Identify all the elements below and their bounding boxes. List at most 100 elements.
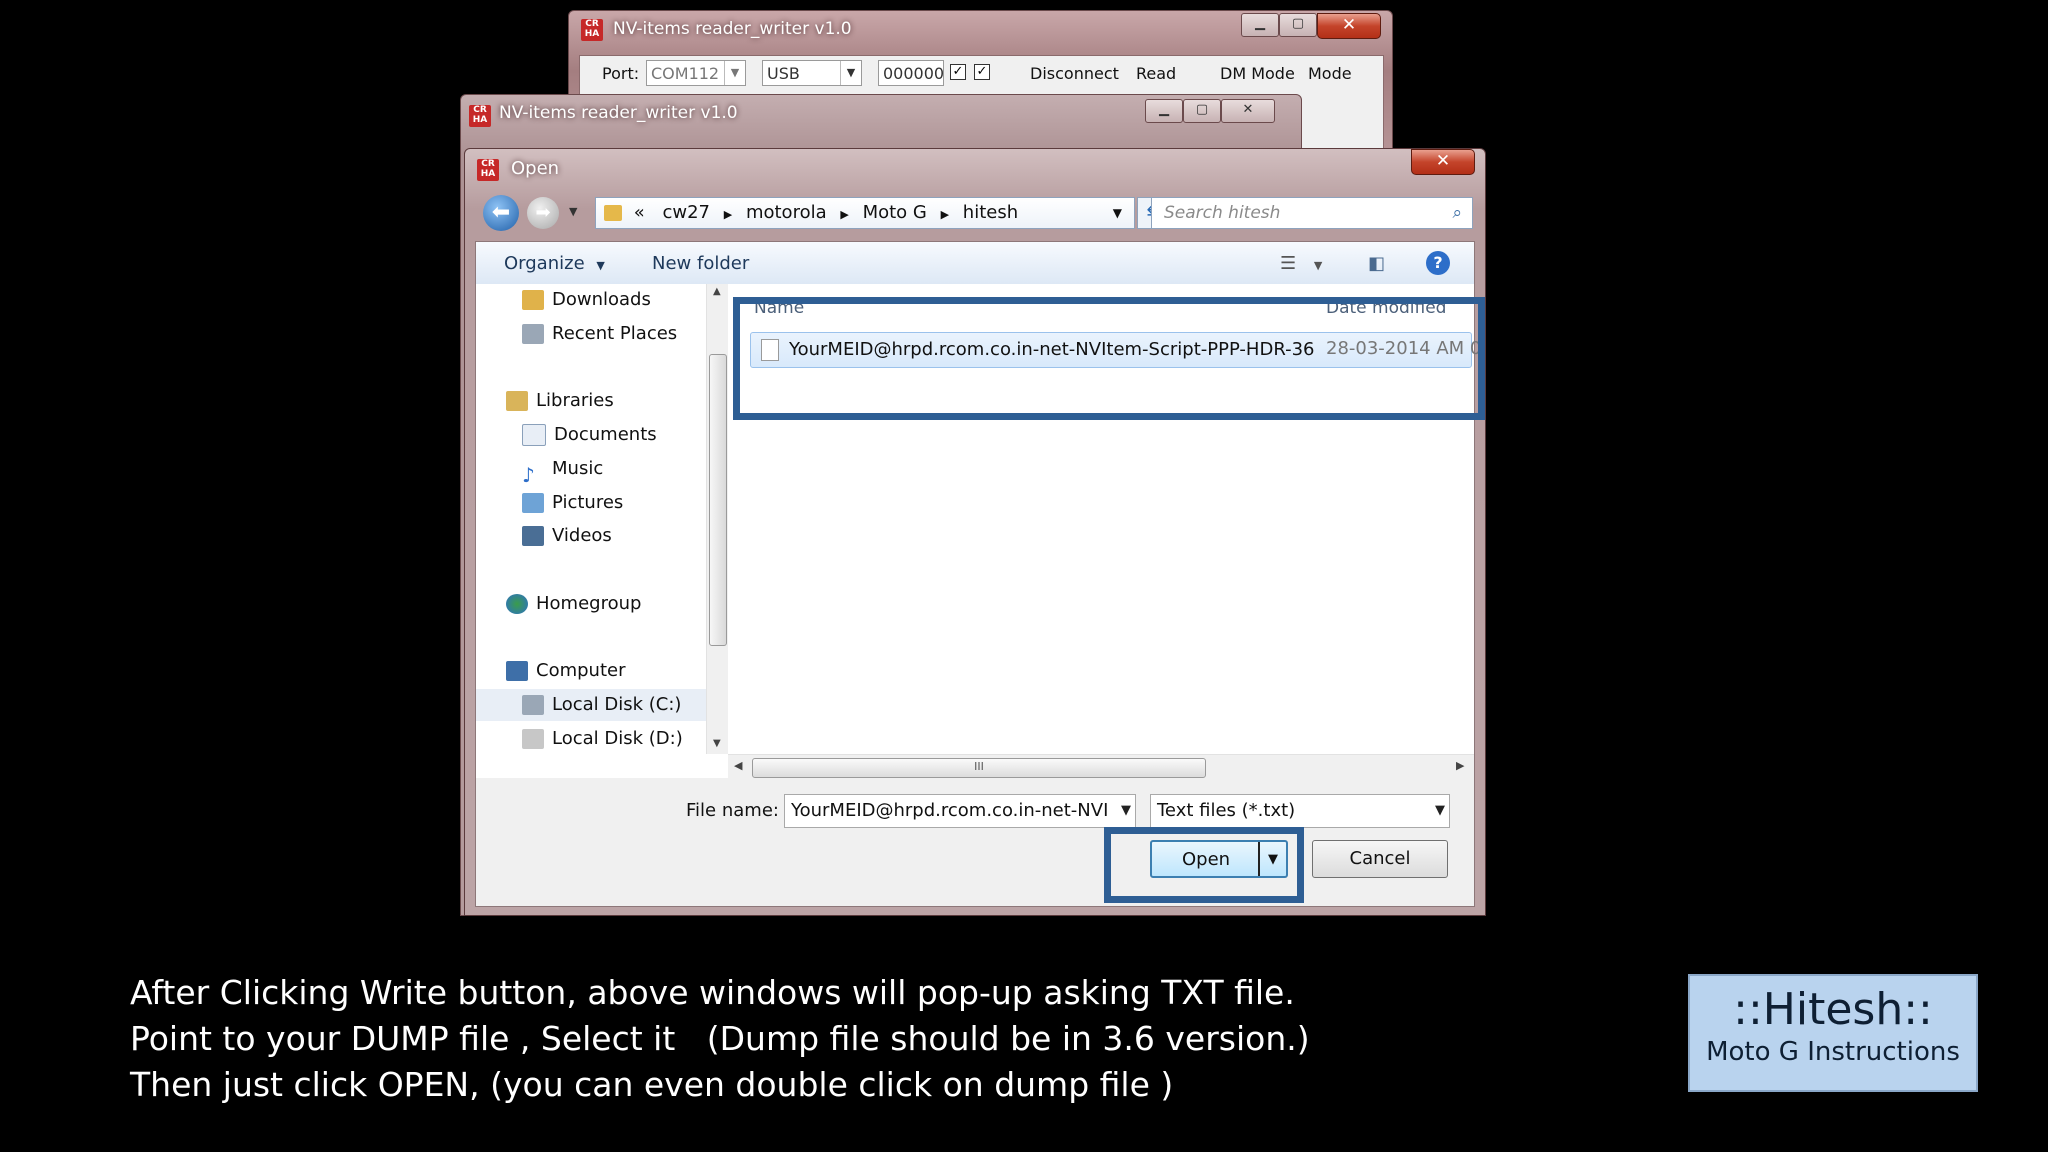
nav-label: Local Disk (C:) — [552, 694, 682, 715]
music-icon: ♪ — [522, 463, 535, 487]
nav-label: Recent Places — [552, 323, 678, 344]
code-value: 000000 — [883, 64, 945, 83]
breadcrumb-hitesh[interactable]: hitesh — [963, 202, 1018, 223]
recent-pages-dropdown[interactable]: ▼ — [569, 205, 577, 218]
chevron-down-icon: ▼ — [1435, 803, 1445, 818]
nav-label: Homegroup — [536, 593, 642, 614]
scroll-up-icon[interactable]: ▲ — [713, 286, 721, 297]
app-icon: CR HA — [469, 105, 491, 127]
address-bar[interactable]: « cw27 ▶ motorola ▶ Moto G ▶ hitesh ▼ — [595, 197, 1135, 229]
close-button[interactable]: ✕ — [1411, 149, 1475, 175]
file-type-value: Text files (*.txt) — [1157, 800, 1296, 821]
app-icon: CR HA — [581, 19, 603, 41]
caption-line-3: Then just click OPEN, (you can even doub… — [130, 1065, 1174, 1104]
checkbox-1[interactable]: ✓ — [950, 64, 966, 80]
maximize-button[interactable]: ▢ — [1279, 13, 1317, 37]
nav-label: Computer — [536, 660, 626, 681]
disk-d-icon — [522, 729, 544, 749]
caption-line-2: Point to your DUMP file , Select it (Dum… — [130, 1019, 1310, 1058]
file-type-select[interactable]: Text files (*.txt) ▼ — [1150, 794, 1450, 828]
nav-item-local-disk-c[interactable]: Local Disk (C:) — [476, 689, 706, 721]
mode-button[interactable]: Mode — [1308, 64, 1352, 83]
port-select[interactable]: COM112 ▼ — [646, 60, 746, 86]
dm-mode-button[interactable]: DM Mode — [1220, 64, 1295, 83]
nav-item-recent-places[interactable]: Recent Places — [522, 318, 677, 350]
nav-item-videos[interactable]: Videos — [522, 520, 612, 552]
horizontal-scrollbar[interactable]: ◀ III ▶ — [728, 754, 1474, 779]
scroll-left-icon[interactable]: ◀ — [734, 759, 742, 772]
nav-item-documents[interactable]: Documents — [522, 419, 657, 451]
scroll-thumb[interactable]: III — [752, 758, 1206, 778]
arrow-right-icon: ➡ — [535, 202, 551, 223]
instruction-caption: After Clicking Write button, above windo… — [130, 970, 1310, 1108]
caption-line-1: After Clicking Write button, above windo… — [130, 973, 1295, 1012]
back-button[interactable]: ⬅ — [483, 195, 519, 231]
badge-subtitle: Moto G Instructions — [1706, 1037, 1960, 1067]
scroll-thumb[interactable] — [709, 354, 727, 646]
nav-item-downloads[interactable]: Downloads — [522, 284, 651, 316]
nav-item-computer[interactable]: Computer — [506, 655, 625, 687]
nav-label: Local Disk (D:) — [552, 728, 683, 749]
dialog-footer: File name: YourMEID@hrpd.rcom.co.in-net-… — [476, 778, 1474, 906]
connection-value: USB — [767, 64, 800, 83]
read-button[interactable]: Read — [1136, 64, 1176, 83]
connection-select[interactable]: USB ▼ — [762, 60, 862, 86]
code-field[interactable]: 000000 — [878, 60, 944, 86]
disk-c-icon — [522, 695, 544, 715]
minimize-button[interactable]: ▁ — [1145, 99, 1183, 123]
nav-label: Downloads — [552, 289, 651, 310]
downloads-icon — [522, 290, 544, 310]
port-value: COM112 — [651, 64, 720, 83]
organize-button[interactable]: Organize ▼ — [504, 253, 605, 274]
search-input[interactable]: Search hitesh ⌕ — [1151, 197, 1473, 229]
chevron-right-icon: ▶ — [940, 208, 950, 221]
preview-pane-button[interactable]: ◧ — [1368, 253, 1385, 274]
scroll-grip: III — [974, 760, 984, 773]
highlight-file-row — [733, 297, 1485, 420]
checkbox-2[interactable]: ✓ — [974, 64, 990, 80]
chevron-right-icon: ▶ — [723, 208, 733, 221]
cancel-button[interactable]: Cancel — [1312, 840, 1448, 878]
file-name-input[interactable]: YourMEID@hrpd.rcom.co.in-net-NVI ▼ — [784, 794, 1136, 828]
videos-icon — [522, 526, 544, 546]
view-options-button[interactable]: ☰ ▼ — [1280, 253, 1322, 274]
documents-icon — [522, 424, 546, 446]
navigation-pane: Downloads Recent Places Libraries Docume… — [476, 284, 729, 754]
back-window-title: NV-items reader_writer v1.0 — [613, 19, 852, 39]
folder-icon — [604, 205, 622, 221]
port-label: Port: — [602, 64, 640, 83]
scroll-down-icon[interactable]: ▼ — [713, 738, 721, 749]
command-bar: Organize ▼ New folder ☰ ▼ ◧ ? — [476, 242, 1474, 285]
scroll-right-icon[interactable]: ▶ — [1456, 759, 1464, 772]
dialog-title: Open — [511, 158, 560, 179]
forward-button[interactable]: ➡ — [527, 197, 559, 229]
maximize-button[interactable]: ▢ — [1183, 99, 1221, 123]
minimize-button[interactable]: ▁ — [1241, 13, 1279, 37]
nav-label: Music — [552, 458, 604, 479]
breadcrumb-motorola[interactable]: motorola — [746, 202, 827, 223]
help-button[interactable]: ? — [1426, 251, 1450, 275]
chevron-down-icon: ▼ — [724, 61, 745, 85]
disconnect-button[interactable]: Disconnect — [1030, 64, 1119, 83]
close-button[interactable]: ✕ — [1221, 99, 1275, 123]
breadcrumb-moto-g[interactable]: Moto G — [863, 202, 927, 223]
close-button[interactable]: ✕ — [1317, 13, 1381, 39]
highlight-open-button — [1104, 827, 1304, 903]
address-dropdown[interactable]: ▼ — [1113, 198, 1122, 228]
chevron-down-icon[interactable]: ▼ — [1117, 795, 1131, 827]
nav-label: Libraries — [536, 390, 614, 411]
new-folder-button[interactable]: New folder — [652, 253, 749, 274]
search-placeholder: Search hitesh — [1164, 203, 1281, 223]
nav-item-libraries[interactable]: Libraries — [506, 385, 614, 417]
breadcrumb-cw27[interactable]: cw27 — [662, 202, 710, 223]
chevron-down-icon: ▼ — [596, 259, 605, 272]
search-icon: ⌕ — [1452, 203, 1462, 223]
nav-item-local-disk-d[interactable]: Local Disk (D:) — [522, 723, 683, 754]
nav-item-homegroup[interactable]: Homegroup — [506, 588, 641, 620]
nav-item-music[interactable]: ♪ Music — [522, 453, 604, 487]
nav-item-pictures[interactable]: Pictures — [522, 487, 623, 519]
badge-title: ::Hitesh:: — [1733, 984, 1933, 1035]
breadcrumb-overflow[interactable]: « — [634, 202, 645, 223]
nav-scrollbar[interactable]: ▲ ▼ — [706, 284, 728, 754]
recent-places-icon — [522, 324, 544, 344]
